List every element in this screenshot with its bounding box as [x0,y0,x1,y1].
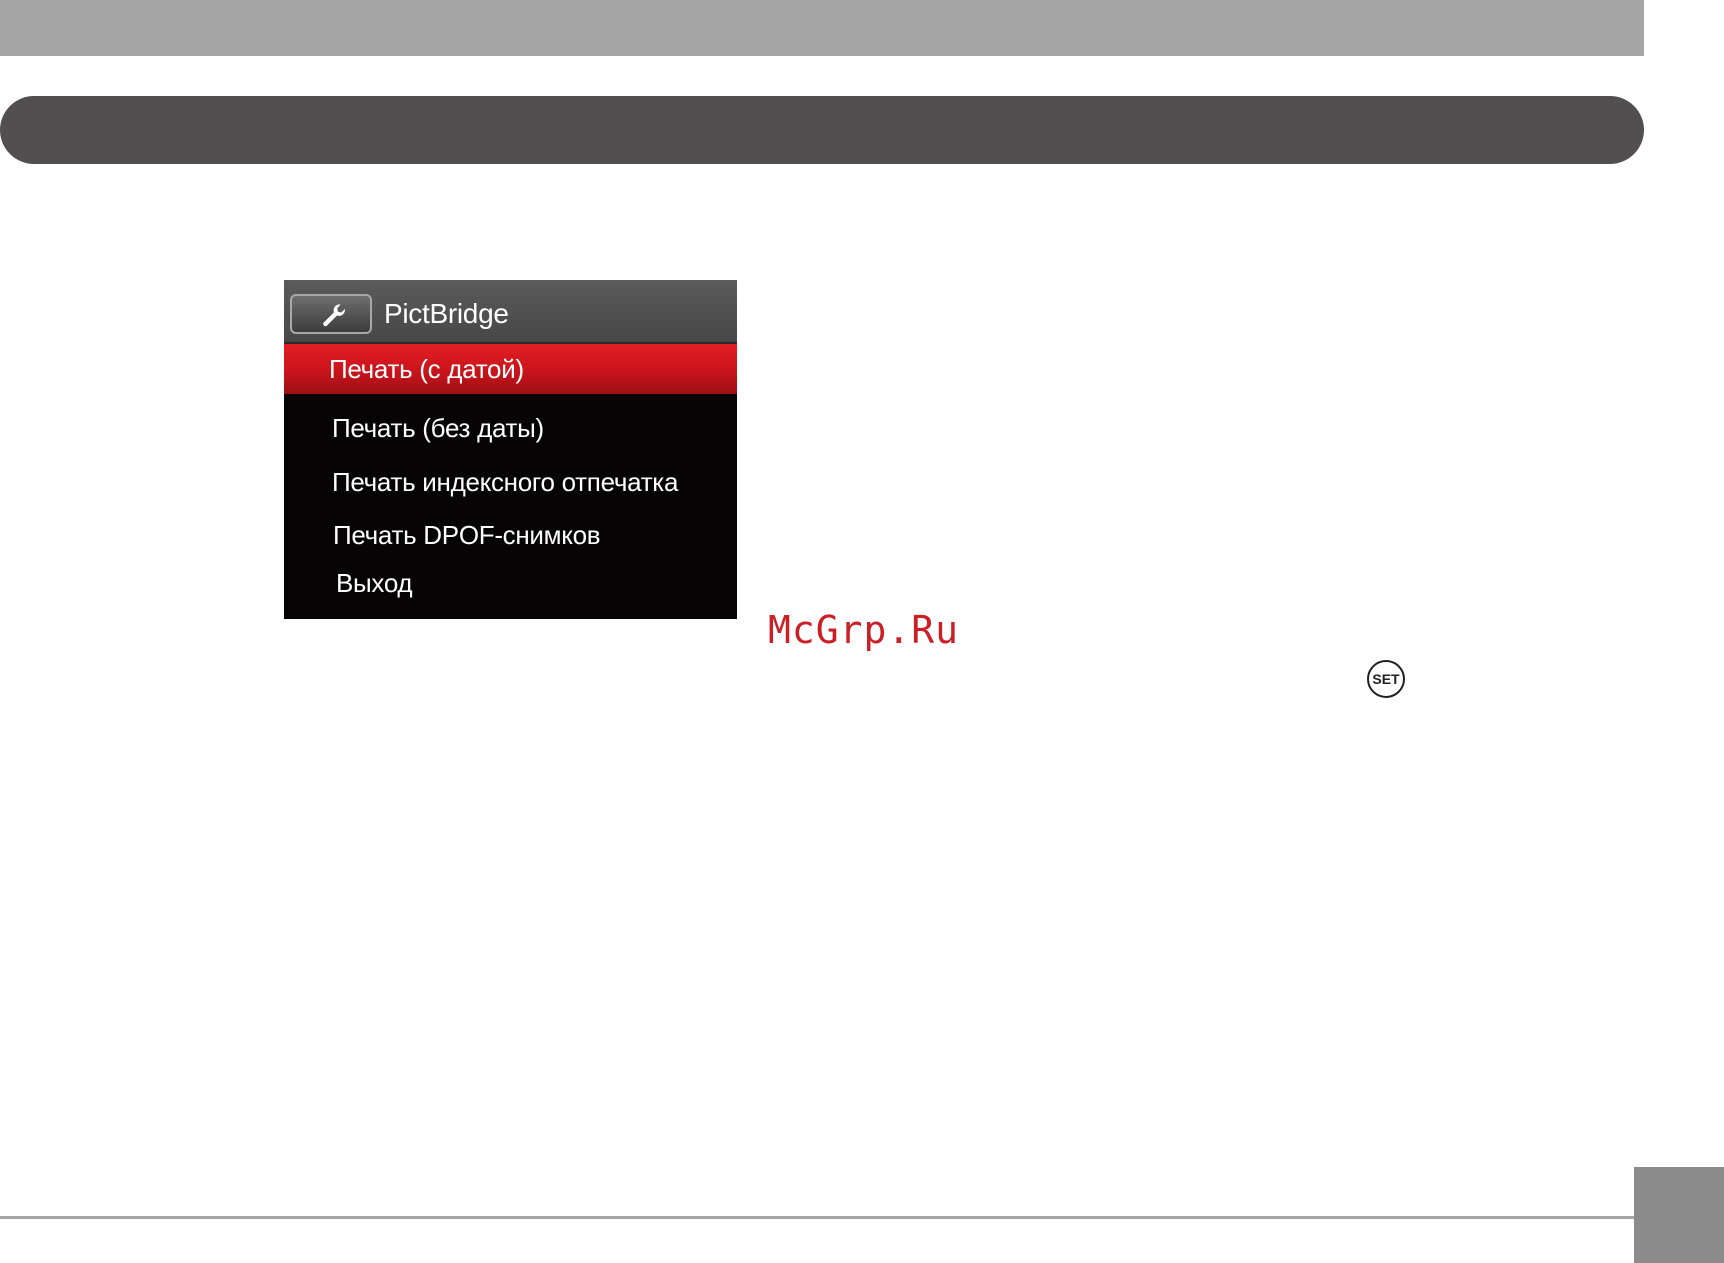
menu-item-label: Выход [336,568,413,598]
top-band [0,0,1644,56]
watermark: McGrp.Ru [768,608,960,652]
footer-divider [0,1216,1634,1219]
menu-title: PictBridge [384,298,509,329]
menu-item-label: Печать (без даты) [332,413,544,443]
menu-item-print-index[interactable]: Печать индексного отпечатка [284,457,737,507]
menu-item-label: Печать DPOF-снимков [333,520,601,550]
camera-menu-screen: PictBridge Печать (с датой) Печать (без … [284,280,737,619]
menu-item-print-with-date[interactable]: Печать (с датой) [284,344,737,394]
setup-tab[interactable] [290,294,372,334]
menu-item-print-without-date[interactable]: Печать (без даты) [284,403,737,453]
wrench-icon [323,304,345,327]
set-button-icon: SET [1367,660,1405,698]
menu-item-print-dpof[interactable]: Печать DPOF-снимков [284,510,737,560]
menu-item-label: Печать (с датой) [329,354,524,384]
menu-item-exit[interactable]: Выход [284,558,737,608]
section-header-bar [0,96,1644,164]
menu-header: PictBridge [284,280,737,344]
menu-item-label: Печать индексного отпечатка [332,467,679,497]
page-number-tab [1634,1167,1724,1263]
